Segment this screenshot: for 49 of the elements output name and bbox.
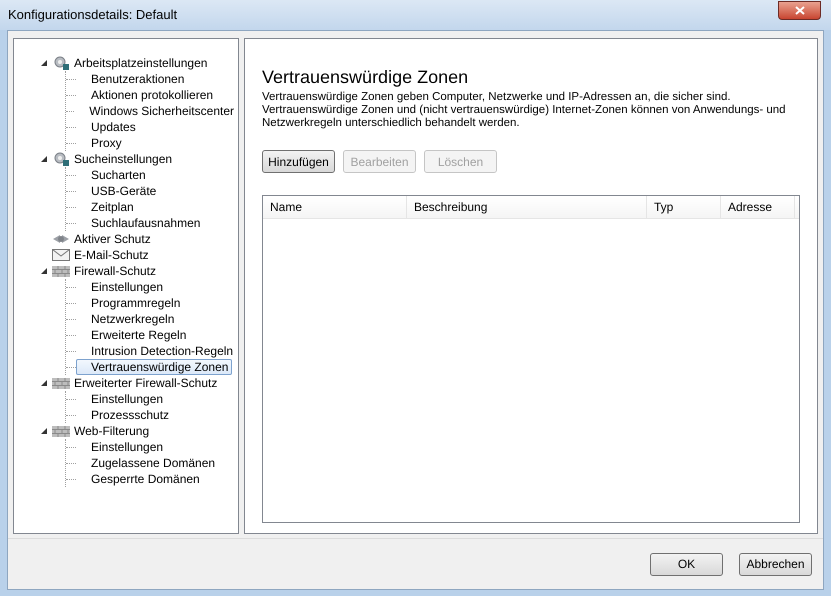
collapse-triangle-icon[interactable] [41, 380, 47, 386]
tree-item[interactable]: Erweiterte Regeln [76, 327, 190, 343]
tree-item[interactable]: Netzwerkregeln [76, 311, 178, 327]
tree-item[interactable]: Suchlaufausnahmen [76, 215, 204, 231]
tree-item[interactable]: Vertrauenswürdige Zonen [76, 359, 232, 375]
tree-item[interactable]: Sucharten [76, 167, 150, 183]
tree-item[interactable]: Einstellungen [76, 439, 168, 455]
column-header[interactable]: Adresse [721, 196, 795, 218]
tree-item[interactable]: USB-Geräte [76, 183, 160, 199]
collapse-triangle-icon[interactable] [41, 60, 47, 66]
tree-item[interactable]: Erweiterter Firewall-Schutz [74, 374, 218, 392]
column-header[interactable]: Typ [647, 196, 721, 218]
tree-item[interactable]: Prozessschutz [76, 407, 174, 423]
collapse-triangle-icon[interactable] [41, 156, 47, 162]
tree-item[interactable]: Web-Filterung [74, 422, 150, 440]
dialog-button[interactable]: Abbrechen [739, 552, 812, 576]
tree-item[interactable]: Benutzeraktionen [76, 71, 188, 87]
tree-item[interactable]: Arbeitsplatzeinstellungen [74, 54, 208, 72]
dialog-button[interactable]: OK [650, 552, 723, 576]
page-heading: Vertrauenswürdige Zonen [262, 66, 470, 89]
description-text: Vertrauenswürdige Zonen geben Computer, Netzwerke und IP-Adressen an, die sicher sind. Vertrauenswürdige Zonen und (nicht vertrauenswürdige) Internet-Zonen können von Anwendungs- und Netzwerkregeln unterschiedlich behandelt werden. [262, 91, 787, 130]
tree-item[interactable]: Zeitplan [76, 199, 138, 215]
envelope-icon [52, 249, 70, 261]
tree-item[interactable]: Programmregeln [76, 295, 184, 311]
tree-item[interactable]: Intrusion Detection-Regeln [76, 343, 238, 359]
tree-item[interactable]: Windows Sicherheitscenter [74, 103, 238, 119]
tree-item[interactable]: Aktionen protokollieren [76, 87, 218, 103]
tree-item[interactable]: Aktiver Schutz [74, 230, 151, 248]
close-button[interactable] [778, 0, 821, 20]
tree-item[interactable]: Einstellungen [76, 391, 168, 407]
tree-item[interactable]: Einstellungen [76, 279, 168, 295]
window-title: Konfigurationsdetails: Default [8, 6, 178, 24]
close-icon [794, 6, 804, 14]
brick-wall-icon [52, 378, 70, 388]
tree-item[interactable]: Updates [76, 119, 140, 135]
tree-item[interactable]: E-Mail-Schutz [74, 246, 149, 264]
tree-item[interactable]: Proxy [76, 135, 126, 151]
tree-item[interactable]: Firewall-Schutz [74, 262, 156, 280]
tree-item[interactable]: Zugelassene Domänen [76, 455, 220, 471]
brick-wall-icon [52, 266, 70, 276]
toolbar-button[interactable]: Hinzufügen [262, 150, 335, 173]
tree-item[interactable]: Gesperrte Domänen [76, 471, 204, 487]
collapse-triangle-icon[interactable] [41, 268, 47, 274]
column-header[interactable]: Name [263, 196, 407, 218]
collapse-triangle-icon[interactable] [41, 428, 47, 434]
column-header[interactable]: Beschreibung [407, 196, 647, 218]
wing-icon [52, 232, 70, 246]
tree-item[interactable]: Sucheinstellungen [74, 150, 172, 168]
brick-wall-icon [52, 426, 70, 436]
